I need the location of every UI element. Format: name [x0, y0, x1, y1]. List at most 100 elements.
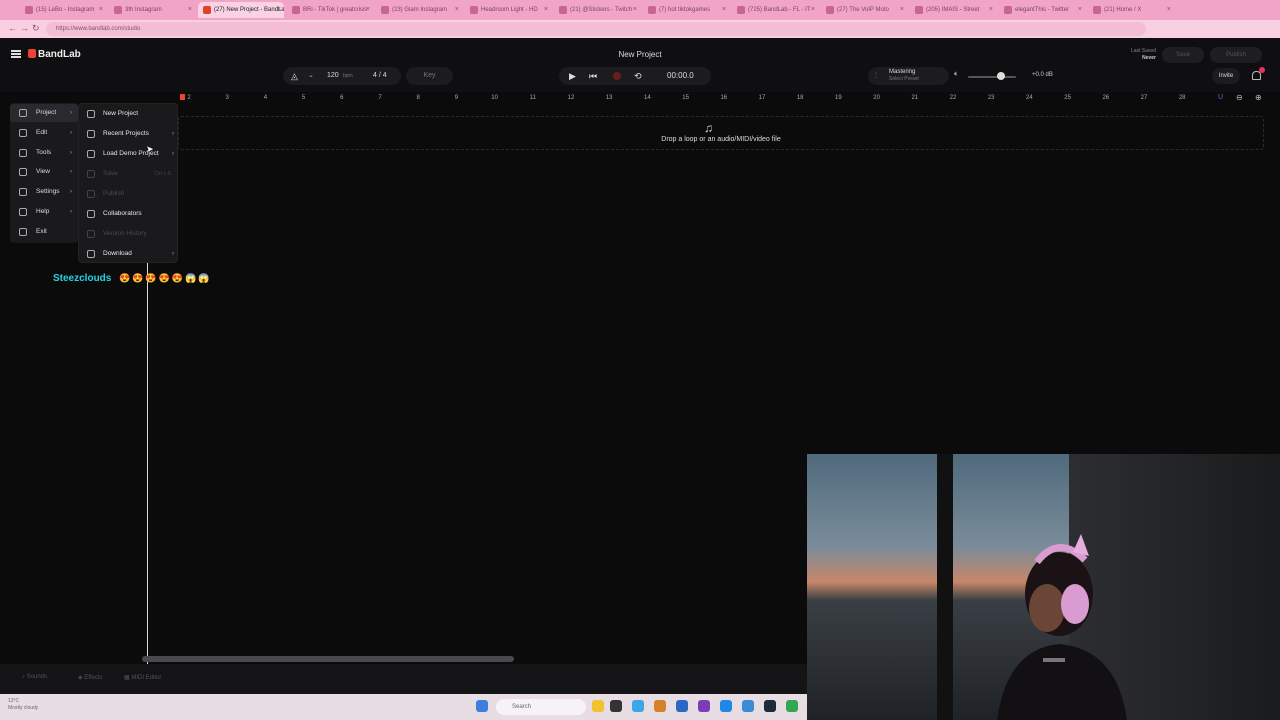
- menu-item-view[interactable]: View ›: [10, 163, 78, 181]
- horizontal-scrollbar[interactable]: [142, 656, 514, 662]
- tab-sounds[interactable]: ♪ Sounds: [22, 674, 47, 680]
- publish-button[interactable]: Publish: [1210, 47, 1262, 63]
- browser-tab[interactable]: (205) IMAIS - Street ×: [910, 2, 996, 18]
- browser-tab[interactable]: (27) The VoIP Moto ×: [821, 2, 907, 18]
- snap-icon[interactable]: U: [1218, 94, 1223, 101]
- close-tab-icon[interactable]: ×: [722, 2, 726, 18]
- skip-back-icon[interactable]: ⏮: [589, 67, 597, 85]
- menu-item-project[interactable]: Project ›: [10, 104, 78, 122]
- zoom-out-icon[interactable]: ⊖: [1236, 93, 1243, 102]
- mastering-button[interactable]: ⫶ Mastering Select Preset: [868, 67, 949, 85]
- teams-icon[interactable]: [720, 700, 732, 712]
- ruler-bar-number: 28: [1178, 95, 1186, 101]
- taskview-icon[interactable]: [610, 700, 622, 712]
- menu-item-settings[interactable]: Settings ›: [10, 183, 78, 201]
- drop-zone[interactable]: ♫ Drop a loop or an audio/MIDI/video fil…: [178, 116, 1264, 150]
- close-tab-icon[interactable]: ×: [99, 2, 103, 18]
- chat-emojis: 😍😍😍😍😍😱😱: [119, 273, 212, 283]
- project-title[interactable]: New Project: [0, 50, 1280, 59]
- chevron-right-icon: ›: [70, 149, 72, 156]
- file-explorer-icon[interactable]: [592, 700, 604, 712]
- browser-tab[interactable]: (21) Home / X ×: [1088, 2, 1174, 18]
- submenu-item-collaborators[interactable]: Collaborators: [79, 204, 179, 224]
- close-tab-icon[interactable]: ×: [811, 2, 815, 18]
- submenu-item-load-demo-project[interactable]: Load Demo Project ›: [79, 144, 179, 164]
- submenu-item-recent-projects[interactable]: Recent Projects ›: [79, 124, 179, 144]
- close-tab-icon[interactable]: ×: [989, 2, 993, 18]
- notification-badge: [1259, 67, 1265, 73]
- forward-icon[interactable]: →: [20, 23, 29, 33]
- reload-icon[interactable]: ↻: [32, 23, 40, 34]
- submenu-item-label: Save: [103, 170, 118, 177]
- back-icon[interactable]: ←: [8, 23, 17, 33]
- ruler-bar-number: 27: [1140, 95, 1148, 101]
- play-icon[interactable]: ▶: [569, 67, 576, 85]
- app-icon[interactable]: [654, 700, 666, 712]
- weather-widget[interactable]: 13°C Mostly cloudy: [8, 698, 38, 712]
- browser-tab-bar: (15) LeBo - Instagram × 3th Instagram × (27)…: [0, 0, 1280, 20]
- spotify-icon[interactable]: [786, 700, 798, 712]
- loop-icon[interactable]: ⟲: [634, 67, 642, 85]
- tab-label: (7) hot tiktokgames: [659, 7, 711, 13]
- tempo-value[interactable]: 120: [327, 67, 339, 85]
- browser-tab[interactable]: (27) New Project - BandLab ×: [198, 2, 284, 18]
- playhead[interactable]: [147, 226, 148, 666]
- close-tab-icon[interactable]: ×: [1167, 2, 1171, 18]
- browser-tab[interactable]: BRi - TikTok | greatcrisis ×: [287, 2, 373, 18]
- volume-slider-handle[interactable]: [997, 72, 1005, 80]
- store-icon[interactable]: [676, 700, 688, 712]
- browser-tab[interactable]: Headroom Light - HD ×: [465, 2, 551, 18]
- close-tab-icon[interactable]: ×: [366, 2, 370, 18]
- project-submenu: New Project Recent Projects › Load Demo Pro…: [78, 103, 178, 263]
- pencil-icon: [19, 128, 27, 137]
- windows-start-icon[interactable]: [476, 700, 488, 712]
- menu-item-exit[interactable]: Exit: [10, 223, 78, 241]
- close-tab-icon[interactable]: ×: [1078, 2, 1082, 18]
- record-icon[interactable]: [613, 72, 621, 80]
- menu-item-edit[interactable]: Edit ›: [10, 124, 78, 142]
- key-button[interactable]: Key: [406, 67, 453, 85]
- browser-tab[interactable]: (21) @Stickers - Twitch ×: [554, 2, 640, 18]
- edge-icon[interactable]: [742, 700, 754, 712]
- browser-tab[interactable]: (7) hot tiktokgames ×: [643, 2, 729, 18]
- mouse-cursor-icon: ➤: [146, 144, 154, 154]
- browser-tab[interactable]: elegantThis - Twitter ×: [999, 2, 1085, 18]
- browser-tab[interactable]: 3th Instagram ×: [109, 2, 195, 18]
- close-tab-icon[interactable]: ×: [455, 2, 459, 18]
- url-field[interactable]: https://www.bandlab.com/studio: [46, 22, 1146, 36]
- browser-tab[interactable]: (15) LeBo - Instagram ×: [20, 2, 106, 18]
- ruler-bar-number: 7: [378, 95, 382, 101]
- submenu-item-download[interactable]: Download ›: [79, 244, 179, 264]
- menu-item-help[interactable]: Help ›: [10, 203, 78, 221]
- windows-taskbar: 13°C Mostly cloudy Search: [0, 694, 807, 720]
- chevron-right-icon: ›: [70, 169, 72, 176]
- master-volume-slider[interactable]: [968, 76, 1016, 78]
- browser-tab[interactable]: (725) BandLab - FL - IT ×: [732, 2, 818, 18]
- close-tab-icon[interactable]: ×: [633, 2, 637, 18]
- browser-icon[interactable]: [632, 700, 644, 712]
- close-tab-icon[interactable]: ×: [900, 2, 904, 18]
- tab-effects[interactable]: ◈ Effects: [78, 674, 103, 681]
- save-button[interactable]: Save: [1162, 47, 1204, 63]
- close-tab-icon[interactable]: ×: [188, 2, 192, 18]
- taskbar-search[interactable]: Search: [496, 699, 586, 715]
- timeline-ruler[interactable]: 2 3 4 5 6 7 8 9 10 11 12 13 14 15 16 17 18 19 20 21 22 23 24 25…: [180, 92, 1210, 106]
- chevron-down-icon[interactable]: ⌄: [308, 67, 314, 85]
- loop-region-marker[interactable]: [180, 94, 185, 100]
- zoom-in-icon[interactable]: ⊕: [1255, 93, 1262, 102]
- submenu-item-new-project[interactable]: New Project: [79, 104, 179, 124]
- volume-icon[interactable]: 🔈︎: [954, 69, 959, 79]
- time-signature[interactable]: 4 / 4: [373, 67, 387, 85]
- invite-button[interactable]: Invite: [1212, 68, 1240, 84]
- drop-zone-text: Drop a loop or an audio/MIDI/video file: [661, 136, 781, 143]
- close-tab-icon[interactable]: ×: [277, 2, 281, 18]
- menu-item-tools[interactable]: Tools ›: [10, 144, 78, 162]
- clock-icon: [87, 130, 95, 138]
- metronome-icon[interactable]: ◬: [291, 67, 298, 85]
- close-tab-icon[interactable]: ×: [544, 2, 548, 18]
- tab-midi-editor[interactable]: ▦ MIDI Editor: [124, 674, 161, 681]
- browser-tab[interactable]: (23) Glam Instagram ×: [376, 2, 462, 18]
- tab-favicon-icon: [559, 6, 567, 14]
- obs-icon[interactable]: [698, 700, 710, 712]
- steam-icon[interactable]: [764, 700, 776, 712]
